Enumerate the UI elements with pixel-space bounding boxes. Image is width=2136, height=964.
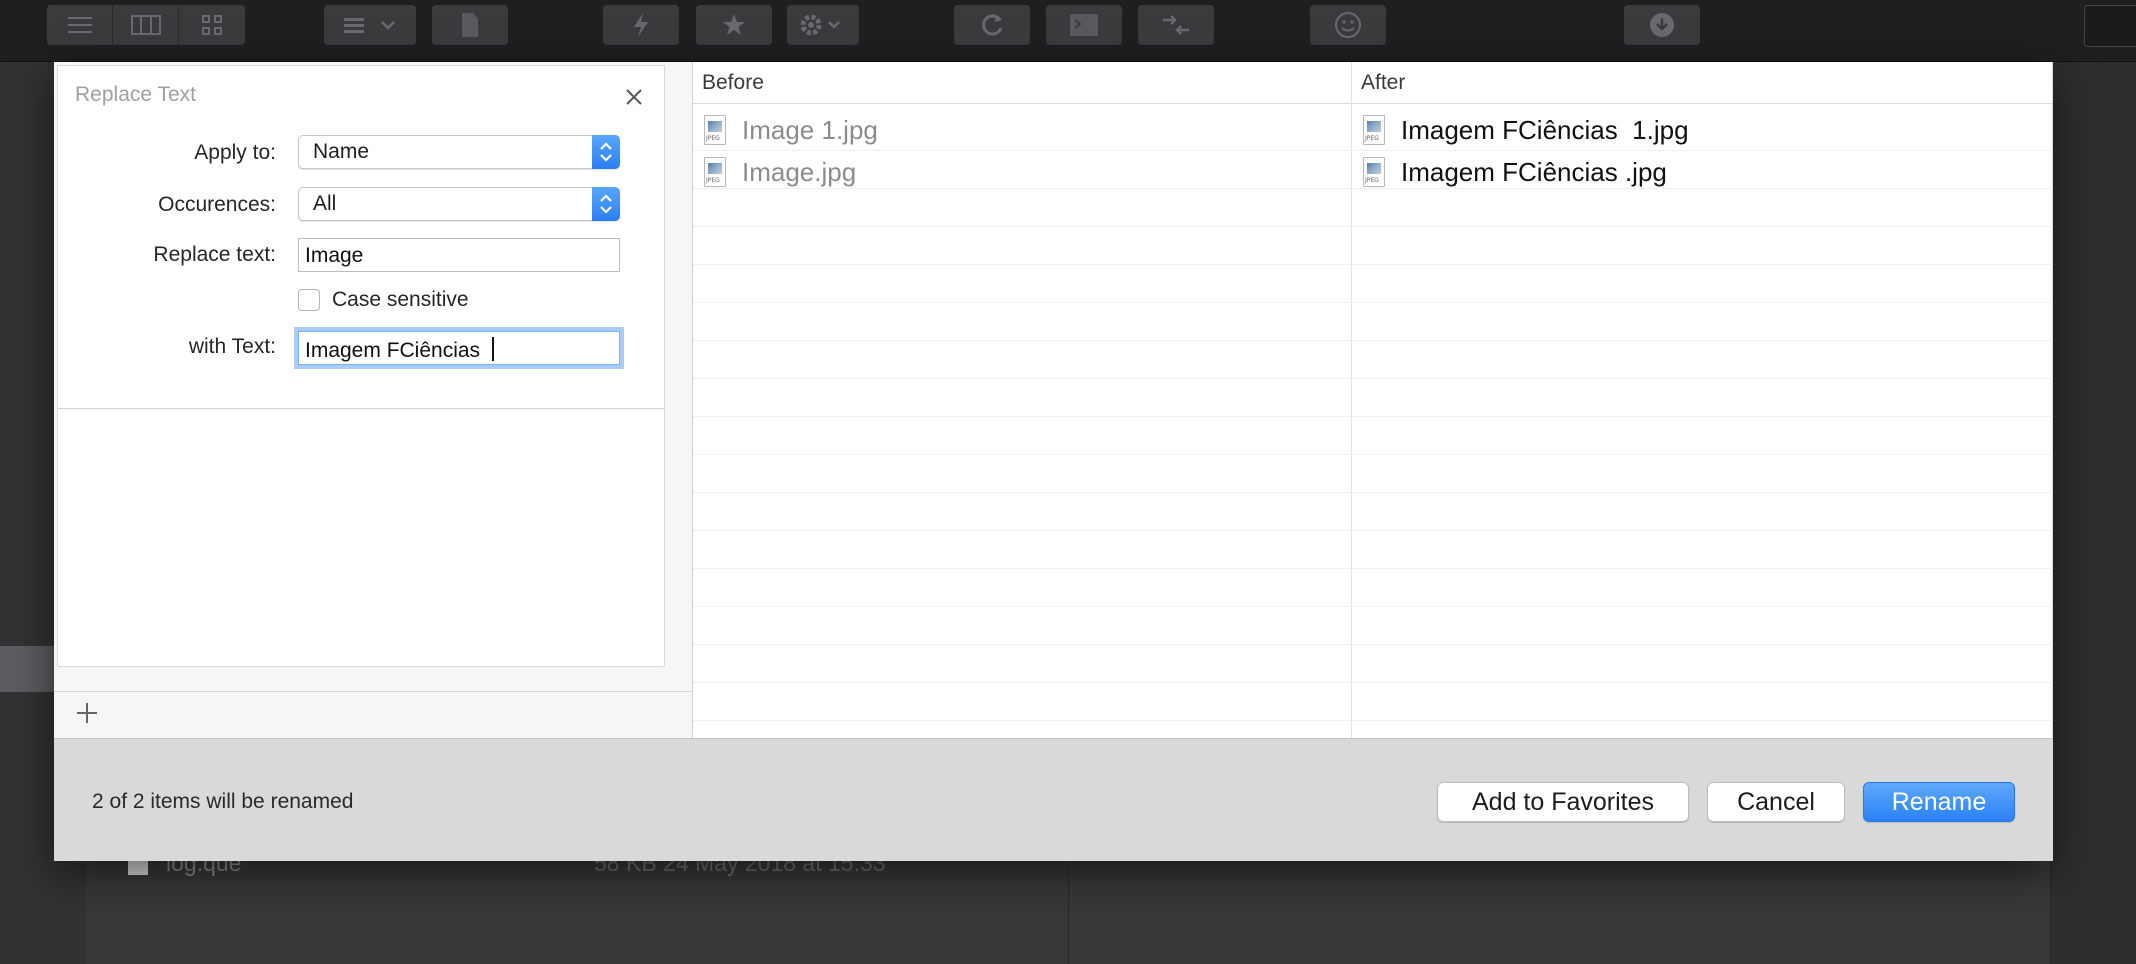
column-view-icon xyxy=(130,15,161,35)
sidebar-selection xyxy=(0,646,54,692)
new-document-button[interactable] xyxy=(432,5,508,45)
row-separator xyxy=(693,264,2053,265)
row-separator xyxy=(693,492,2053,493)
with-text-field[interactable]: Imagem FCiências xyxy=(298,331,620,365)
jpeg-file-icon: JPEG xyxy=(1363,115,1385,145)
apply-to-popup[interactable]: Name xyxy=(298,135,620,169)
add-rule-separator xyxy=(54,691,692,692)
card-title: Replace Text xyxy=(75,83,197,106)
refresh-icon xyxy=(982,14,1003,36)
remove-rule-button[interactable] xyxy=(622,85,646,109)
table-right-border xyxy=(2052,62,2053,738)
star-icon xyxy=(723,14,745,35)
rename-preview-table: Before After JPEG Image 1.jpg JPEG Image… xyxy=(693,62,2053,738)
settings-button[interactable] xyxy=(787,5,859,45)
jpeg-file-icon: JPEG xyxy=(704,157,726,187)
favorites-button[interactable] xyxy=(696,5,772,45)
table-row-after[interactable]: JPEG Imagem FCiências 1.jpg xyxy=(1363,111,1689,149)
list-view-icon xyxy=(67,17,92,33)
before-name: Image.jpg xyxy=(742,156,857,187)
terminal-icon xyxy=(1070,14,1098,36)
occurrences-popup[interactable]: All xyxy=(298,187,620,221)
right-edge-pane xyxy=(2051,62,2136,964)
row-separator xyxy=(693,416,2053,417)
row-separator xyxy=(693,568,2053,569)
icon-view-button[interactable] xyxy=(179,5,245,45)
column-header-before[interactable]: Before xyxy=(693,62,1351,104)
row-separator xyxy=(693,226,2053,227)
rename-button[interactable]: Rename xyxy=(1863,782,2015,822)
table-row-before[interactable]: JPEG Image.jpg xyxy=(704,153,856,191)
grid-view-icon xyxy=(202,15,222,35)
before-name: Image 1.jpg xyxy=(742,114,878,145)
download-icon xyxy=(1650,13,1674,37)
sheet-footer: 2 of 2 items will be renamed Add to Favo… xyxy=(54,738,2053,861)
row-separator xyxy=(693,340,2053,341)
lightning-icon xyxy=(634,13,648,37)
compare-button[interactable] xyxy=(1138,5,1214,45)
add-rule-button[interactable] xyxy=(72,698,102,728)
arrange-button[interactable] xyxy=(324,5,416,45)
column-view-button[interactable] xyxy=(113,5,179,45)
emoji-button[interactable] xyxy=(1310,5,1386,45)
with-text-value: Imagem FCiências xyxy=(305,339,486,362)
card-divider xyxy=(58,408,664,409)
smiley-icon xyxy=(1335,12,1361,38)
arrange-grid-icon xyxy=(344,18,395,33)
download-button[interactable] xyxy=(1624,5,1700,45)
row-separator xyxy=(693,150,2053,151)
rename-sheet: Replace Text Apply to: Name Occurences: … xyxy=(54,62,2053,861)
apply-to-label: Apply to: xyxy=(194,141,276,164)
row-separator xyxy=(693,378,2053,379)
replace-text-field[interactable]: Image xyxy=(298,238,620,272)
sync-button[interactable] xyxy=(954,5,1030,45)
list-view-button[interactable] xyxy=(47,5,113,45)
with-text-value-wrap: Imagem FCiências xyxy=(305,337,494,363)
after-name: Imagem FCiências .jpg xyxy=(1401,156,1667,187)
column-header-after[interactable]: After xyxy=(1352,62,2052,104)
row-separator xyxy=(693,644,2053,645)
text-caret xyxy=(491,337,494,361)
merge-arrows-icon xyxy=(1163,15,1189,35)
popup-stepper xyxy=(592,135,620,169)
table-row-after[interactable]: JPEG Imagem FCiências .jpg xyxy=(1363,153,1667,191)
action-button[interactable] xyxy=(603,5,679,45)
row-separator xyxy=(693,302,2053,303)
search-field[interactable] xyxy=(2084,5,2136,47)
rename-status: 2 of 2 items will be renamed xyxy=(92,790,354,813)
rename-options-pane: Replace Text Apply to: Name Occurences: … xyxy=(54,62,693,738)
cancel-button[interactable]: Cancel xyxy=(1707,782,1845,822)
add-to-favorites-button[interactable]: Add to Favorites xyxy=(1437,782,1689,822)
table-row-before[interactable]: JPEG Image 1.jpg xyxy=(704,111,878,149)
up-down-chevron-icon xyxy=(600,194,612,214)
popup-stepper xyxy=(592,187,620,221)
replace-text-card: Replace Text Apply to: Name Occurences: … xyxy=(57,65,665,667)
row-separator xyxy=(693,720,2053,721)
occurrences-label: Occurences: xyxy=(158,193,276,216)
after-name: Imagem FCiências 1.jpg xyxy=(1401,114,1689,145)
jpeg-file-icon: JPEG xyxy=(704,115,726,145)
replace-text-value: Image xyxy=(305,244,364,267)
gear-icon xyxy=(800,14,840,36)
case-sensitive-label: Case sensitive xyxy=(332,288,469,311)
app-toolbar xyxy=(0,0,2136,62)
close-icon xyxy=(626,89,642,105)
view-mode-segment[interactable] xyxy=(47,5,245,45)
row-separator xyxy=(693,454,2053,455)
document-icon xyxy=(462,13,478,37)
jpeg-file-icon: JPEG xyxy=(1363,157,1385,187)
terminal-button[interactable] xyxy=(1046,5,1122,45)
row-separator xyxy=(693,530,2053,531)
column-separator xyxy=(1351,62,1352,738)
up-down-chevron-icon xyxy=(600,142,612,162)
with-text-label: with Text: xyxy=(188,335,276,358)
row-separator xyxy=(693,682,2053,683)
case-sensitive-checkbox[interactable] xyxy=(298,289,320,311)
replace-text-label: Replace text: xyxy=(153,243,276,266)
plus-icon xyxy=(77,703,97,723)
occurrences-value: All xyxy=(313,192,337,215)
row-separator xyxy=(693,606,2053,607)
apply-to-value: Name xyxy=(313,140,370,163)
